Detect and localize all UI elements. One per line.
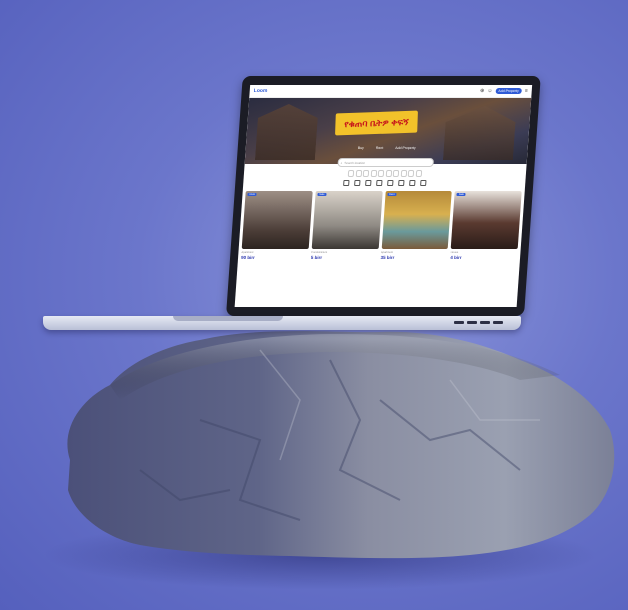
search-placeholder: Search location [344, 160, 366, 165]
listing-price: 5 birr [310, 255, 323, 260]
filter-chip[interactable] [407, 170, 415, 177]
listing-card[interactable]: Sale House 4 birr [450, 191, 522, 261]
category-icon [375, 180, 383, 186]
filter-chip[interactable] [392, 170, 400, 177]
category-item[interactable] [419, 180, 427, 187]
listing-card[interactable]: Sale Condominium 5 birr [311, 191, 383, 261]
listing-type: Apartment [241, 251, 254, 254]
hero-title: የቁጠባ ቤትዎ ቀፍኝ [335, 110, 418, 136]
category-icon [353, 180, 361, 186]
category-icon [397, 180, 405, 186]
house-image [443, 106, 517, 160]
listing-badge: Sale [317, 193, 327, 196]
filter-chip[interactable] [385, 170, 392, 177]
house-image [255, 104, 319, 160]
category-icon [386, 180, 394, 186]
category-item[interactable] [353, 180, 361, 187]
category-icon [342, 180, 350, 186]
filter-chip[interactable] [400, 170, 407, 177]
category-icon [364, 180, 372, 186]
listing-badge: Rent [247, 193, 258, 196]
site-logo[interactable]: Loom [254, 88, 268, 94]
listing-badge: Sale [456, 193, 467, 196]
hero-link-add-property[interactable]: Add Property [395, 146, 416, 150]
hero-link-buy[interactable]: Buy [358, 146, 364, 150]
laptop-screen: Loom ⊕ ☺ Add Property ≡ የቁጠባ ቤትዎ ቀፍኝ Buy… [226, 76, 541, 316]
hero-banner: የቁጠባ ቤትዎ ቀፍኝ Buy Rent Add Property [244, 98, 532, 164]
category-item[interactable] [342, 180, 350, 187]
filter-chip[interactable] [362, 170, 370, 177]
listing-photo: Sale [311, 191, 383, 249]
listing-card[interactable]: Rent Apartment 35 birr [380, 191, 452, 261]
port-icon [467, 321, 477, 324]
category-icon [419, 180, 427, 186]
website-screenshot: Loom ⊕ ☺ Add Property ≡ የቁጠባ ቤትዎ ቀፍኝ Buy… [234, 85, 533, 307]
hero-links: Buy Rent Add Property [246, 146, 528, 150]
listing-photo: Sale [450, 191, 522, 249]
add-property-button[interactable]: Add Property [495, 88, 523, 94]
listing-card[interactable]: Rent Apartment 90 birr [241, 191, 313, 261]
port-icon [454, 321, 464, 324]
listing-price: 90 birr [240, 255, 256, 260]
listing-cards: Rent Apartment 90 birr Sale Condominium … [238, 187, 525, 261]
listing-type: House [450, 251, 459, 254]
category-item[interactable] [386, 180, 394, 187]
site-header: Loom ⊕ ☺ Add Property ≡ [249, 85, 533, 98]
category-icon [408, 180, 416, 186]
filter-chip[interactable] [355, 170, 362, 177]
category-icons [243, 177, 526, 187]
filter-chip[interactable] [415, 170, 422, 177]
category-item[interactable] [364, 180, 372, 187]
laptop-ports [454, 321, 503, 324]
category-item[interactable] [375, 180, 383, 187]
listing-price: 4 birr [450, 255, 462, 260]
listing-photo: Rent [241, 191, 313, 249]
listing-type: Apartment [380, 251, 394, 254]
port-icon [480, 321, 490, 324]
globe-icon[interactable]: ⊕ [480, 88, 485, 94]
listing-photo: Rent [381, 191, 452, 249]
laptop-base [43, 316, 521, 330]
port-icon [493, 321, 503, 324]
search-input[interactable]: ⌕ Search location [337, 158, 435, 167]
menu-icon[interactable]: ≡ [525, 88, 528, 94]
hero-link-rent[interactable]: Rent [376, 146, 384, 150]
listing-price: 35 birr [380, 255, 395, 260]
user-icon[interactable]: ☺ [487, 88, 493, 94]
filter-chip[interactable] [370, 170, 377, 177]
filter-chips [244, 167, 527, 177]
laptop-notch [173, 316, 283, 321]
listing-type: Condominium [311, 251, 328, 254]
category-item[interactable] [397, 180, 405, 187]
filter-chip[interactable] [347, 170, 355, 177]
search-icon: ⌕ [340, 160, 343, 165]
listing-badge: Rent [386, 193, 397, 196]
filter-chip[interactable] [377, 170, 385, 177]
category-item[interactable] [408, 180, 416, 187]
